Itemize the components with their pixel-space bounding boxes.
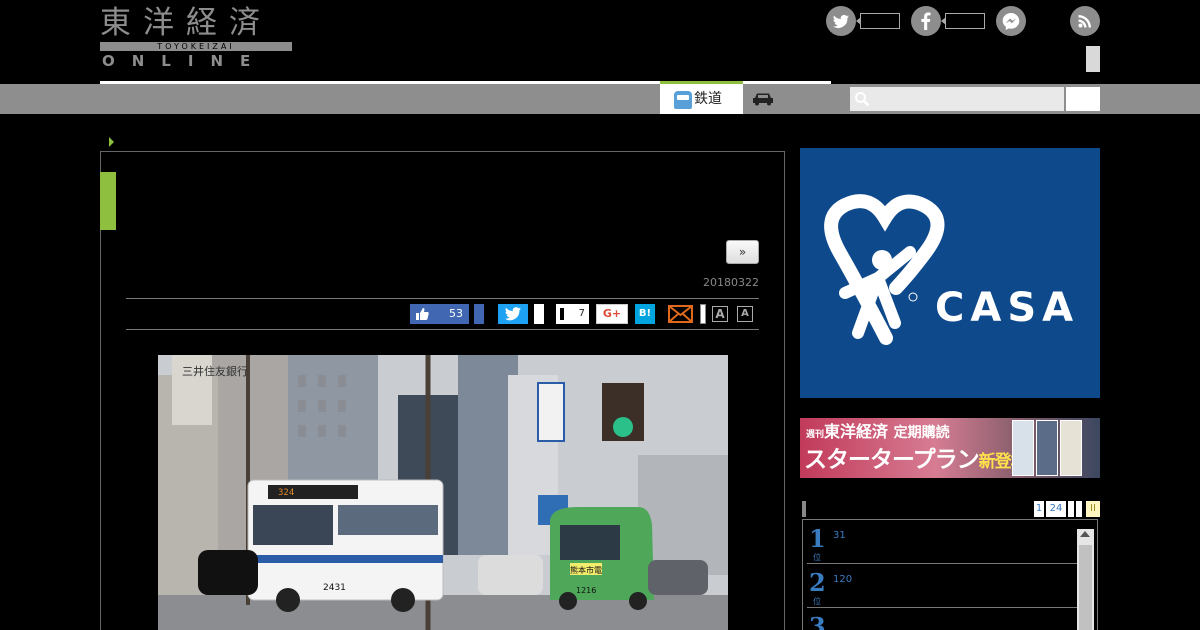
search-button[interactable] (1066, 87, 1100, 111)
magazine-cover-1 (1012, 420, 1034, 476)
search-icon (855, 92, 870, 107)
green-bus-sign: 熊本市電 (570, 565, 602, 575)
article-photo: 三井住友銀行 324 2431 熊本市電 1216 (158, 355, 728, 630)
rank-number: 1 (809, 524, 826, 553)
facebook-like-button[interactable]: 53 (410, 304, 469, 324)
logo-japanese: 東洋経済 (100, 5, 272, 41)
banner-sub: 定期購読 (893, 425, 950, 441)
thumbs-up-icon (416, 308, 429, 320)
tab-railway[interactable]: 鉄道 (660, 81, 743, 114)
rank-number: 3 (809, 612, 826, 630)
breadcrumb-arrow-icon (109, 137, 114, 147)
ranking-item[interactable]: 1 位 31 (807, 520, 1077, 564)
subscription-banner[interactable]: 週刊東洋経済 定期購読 スタータープラン新登場! (800, 418, 1100, 478)
like-count: 53 (449, 307, 463, 320)
green-bus-plate: 1216 (576, 586, 596, 595)
tweet-button[interactable] (498, 304, 528, 324)
banner-brand: 東洋経済 (824, 422, 889, 441)
facebook-count (941, 13, 985, 29)
casa-ad-banner[interactable] (800, 148, 1100, 398)
magazine-cover-2 (1036, 420, 1058, 476)
ranking-tab-24[interactable]: 24 (1046, 501, 1066, 517)
print-button[interactable] (700, 304, 706, 324)
twitter-bird-icon (505, 307, 521, 321)
ranking-item[interactable]: 3 (807, 608, 1077, 630)
casa-brand-text: CASA (935, 285, 1080, 331)
rank-value: 31 (833, 530, 846, 541)
banner-main: スタータープラン新登場! (804, 446, 1034, 476)
ranking-tab-5[interactable]: II (1086, 501, 1100, 517)
font-size-small-button[interactable]: A (737, 306, 753, 322)
google-plus-button[interactable]: G+ (596, 304, 628, 324)
font-size-large-button[interactable]: A (712, 306, 728, 322)
hatena-bookmark-button[interactable]: B! (635, 304, 655, 324)
site-logo[interactable]: 東洋経済 TOYOKEIZAI ONLINE (100, 6, 292, 70)
facebook-share-button[interactable] (474, 304, 484, 324)
ranking-tab-3[interactable] (1068, 501, 1074, 517)
rank-number: 2 (809, 568, 826, 597)
bus-plate: 2431 (323, 583, 346, 593)
ranking-tab-1[interactable]: 1 (1034, 501, 1044, 517)
logo-english: ONLINE (102, 52, 268, 70)
tab-railway-label: 鉄道 (694, 91, 722, 107)
casa-logo-icon (824, 194, 945, 345)
rank-value: 120 (833, 574, 853, 585)
login-button[interactable] (1086, 46, 1100, 72)
train-icon (674, 91, 692, 109)
messenger-icon[interactable] (996, 6, 1026, 36)
hatena-count: 7 (556, 304, 589, 324)
share-bottom-divider (126, 329, 759, 330)
tweet-count (534, 304, 544, 324)
twitter-count (856, 13, 900, 29)
bus-number-sign: 324 (278, 488, 294, 498)
twitter-icon[interactable] (826, 6, 856, 36)
search-box (850, 87, 1064, 111)
rank-suffix: 位 (813, 597, 821, 606)
scroll-up-arrow-icon[interactable] (1080, 531, 1090, 537)
mail-icon[interactable] (668, 304, 693, 324)
ranking-list: 1 位 31 2 位 120 3 (802, 519, 1098, 630)
rss-icon[interactable] (1070, 6, 1100, 36)
next-page-button[interactable]: » (726, 240, 759, 264)
publish-date: 20180322 (703, 276, 759, 289)
rank-suffix: 位 (813, 553, 821, 562)
banner-plan: スタータープラン (804, 447, 980, 473)
banner-small-label: 週刊 (806, 430, 825, 440)
ranking-item[interactable]: 2 位 120 (807, 564, 1077, 608)
banner-title: 週刊東洋経済 定期購読 (806, 422, 950, 445)
facebook-icon[interactable] (911, 6, 941, 36)
search-input[interactable] (872, 89, 1060, 109)
ranking-tab-4[interactable] (1076, 501, 1082, 517)
bank-sign: 三井住友銀行 (182, 364, 248, 378)
magazine-cover-3 (1060, 420, 1082, 476)
car-icon[interactable] (752, 92, 774, 106)
title-accent-bar (100, 172, 116, 230)
logo-subtitle: TOYOKEIZAI (100, 42, 292, 51)
share-top-divider (126, 298, 759, 299)
scrollbar-thumb[interactable] (1079, 545, 1092, 630)
ranking-header-mark (802, 501, 806, 517)
